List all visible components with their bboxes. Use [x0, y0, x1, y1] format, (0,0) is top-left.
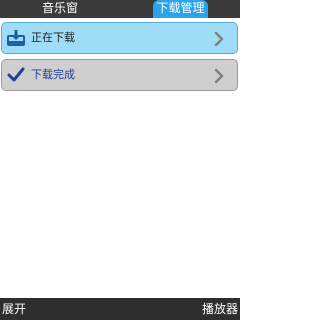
chevron-right-icon [214, 68, 224, 84]
tab-download-manager[interactable]: 下载管理 [153, 0, 208, 18]
softkey-expand[interactable]: 展开 [2, 298, 26, 320]
list-item-completed[interactable]: 下载完成 [1, 59, 238, 91]
screen: 音乐窗 下载管理 正在下载 下载完成 展开 播放器 [0, 0, 240, 320]
tab-bar: 音乐窗 下载管理 [0, 0, 240, 18]
list-item-label: 正在下载 [31, 31, 75, 44]
checkmark-icon [7, 66, 25, 84]
chevron-right-icon [214, 31, 224, 47]
softkey-bar: 展开 播放器 [0, 298, 240, 320]
list-item-downloading[interactable]: 正在下载 [1, 22, 238, 54]
tab-music-window[interactable]: 音乐窗 [0, 0, 120, 18]
softkey-player[interactable]: 播放器 [202, 298, 238, 320]
list-item-label: 下载完成 [31, 68, 75, 81]
download-box-icon [7, 29, 25, 47]
